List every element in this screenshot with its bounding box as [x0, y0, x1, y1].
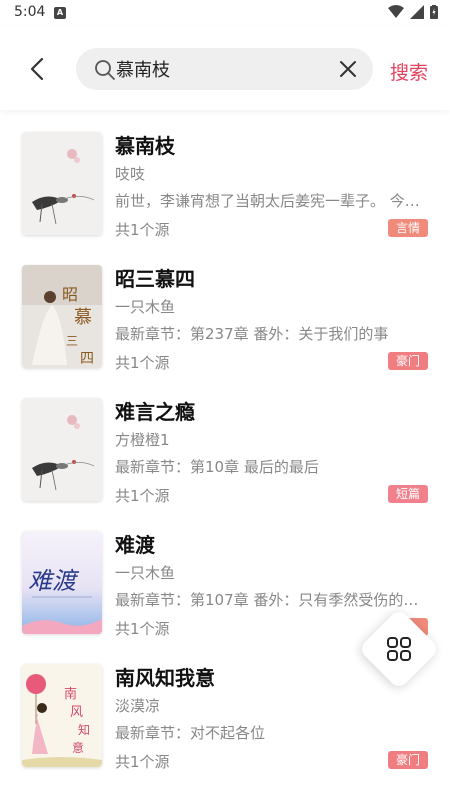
wifi-icon	[388, 5, 404, 18]
genre-tag: 豪门	[388, 352, 428, 370]
book-cover-image	[22, 132, 102, 235]
book-title: 南风知我意	[115, 666, 215, 690]
list-item[interactable]: 昭 慕 三 四 昭三慕四 一只木鱼 最新章节：第237章 番外：关于我们的事 共…	[0, 243, 450, 376]
status-icons	[388, 5, 438, 19]
back-button[interactable]	[22, 54, 52, 84]
chevron-left-icon	[30, 57, 44, 81]
book-cover-image: 昭 慕 三 四	[22, 265, 102, 368]
status-time: 5:04	[14, 4, 46, 20]
book-latest-chapter: 最新章节：第237章 番外：关于我们的事	[115, 325, 389, 343]
book-source-count: 共1个源	[115, 354, 170, 372]
book-cover: 南 风 知 意	[22, 664, 102, 767]
search-result-list: 慕南枝 吱吱 前世，李谦宵想了当朝太后姜宪一辈子。 今生... 共1个源 言情 …	[0, 110, 450, 775]
book-latest-chapter: 最新章节：第10章 最后的最后	[115, 458, 319, 476]
svg-text:知: 知	[78, 723, 90, 737]
book-title: 难言之瘾	[115, 400, 195, 424]
book-cover	[22, 398, 102, 501]
notification-badge-icon: A	[54, 7, 66, 19]
search-icon	[95, 60, 115, 80]
book-title: 昭三慕四	[115, 267, 195, 291]
book-latest-chapter: 最新章节：对不起各位	[115, 724, 266, 742]
book-author: 淡漠凉	[115, 697, 161, 715]
list-item[interactable]: 难渡 难渡 一只木鱼 最新章节：第107章 番外：只有季然受伤的世界 共1个源	[0, 509, 450, 642]
book-cover	[22, 132, 102, 235]
svg-text:慕: 慕	[74, 307, 92, 328]
book-source-count: 共1个源	[115, 753, 170, 771]
book-author: 一只木鱼	[115, 298, 176, 316]
book-author: 方橙橙1	[115, 431, 170, 449]
grid-menu-icon[interactable]	[386, 636, 412, 662]
genre-tag: 言情	[388, 219, 428, 237]
book-source-count: 共1个源	[115, 487, 170, 505]
book-source-count: 共1个源	[115, 221, 170, 239]
search-header: 搜索	[0, 26, 450, 110]
book-cover: 昭 慕 三 四	[22, 265, 102, 368]
genre-tag: 短篇	[388, 485, 428, 503]
svg-text:三: 三	[66, 334, 78, 348]
book-cover-image: 南 风 知 意	[22, 664, 102, 767]
book-source-count: 共1个源	[115, 620, 170, 638]
book-cover-image: 难渡	[22, 531, 102, 634]
book-title: 难渡	[115, 533, 155, 557]
search-button[interactable]: 搜索	[390, 58, 428, 85]
list-item[interactable]: 慕南枝 吱吱 前世，李谦宵想了当朝太后姜宪一辈子。 今生... 共1个源 言情	[0, 110, 450, 243]
book-description: 前世，李谦宵想了当朝太后姜宪一辈子。 今生...	[115, 192, 431, 210]
svg-text:难渡: 难渡	[28, 567, 80, 595]
book-title: 慕南枝	[115, 134, 175, 158]
book-cover: 难渡	[22, 531, 102, 634]
search-box[interactable]	[76, 48, 373, 90]
list-item[interactable]: 难言之瘾 方橙橙1 最新章节：第10章 最后的最后 共1个源 短篇	[0, 376, 450, 509]
signal-icon	[410, 5, 424, 19]
search-input[interactable]	[116, 48, 336, 90]
svg-text:意: 意	[72, 740, 84, 755]
svg-text:昭: 昭	[62, 285, 78, 304]
book-cover-image	[22, 398, 102, 501]
svg-text:南: 南	[64, 686, 77, 702]
svg-text:四: 四	[80, 351, 94, 367]
genre-tag: 豪门	[388, 751, 428, 769]
battery-icon	[430, 5, 438, 19]
book-author: 吱吱	[115, 165, 146, 183]
book-latest-chapter: 最新章节：第107章 番外：只有季然受伤的世界	[115, 591, 431, 609]
close-icon[interactable]	[339, 60, 357, 78]
book-author: 一只木鱼	[115, 564, 176, 582]
svg-text:风: 风	[70, 705, 83, 720]
status-bar: 5:04 A	[0, 0, 450, 26]
